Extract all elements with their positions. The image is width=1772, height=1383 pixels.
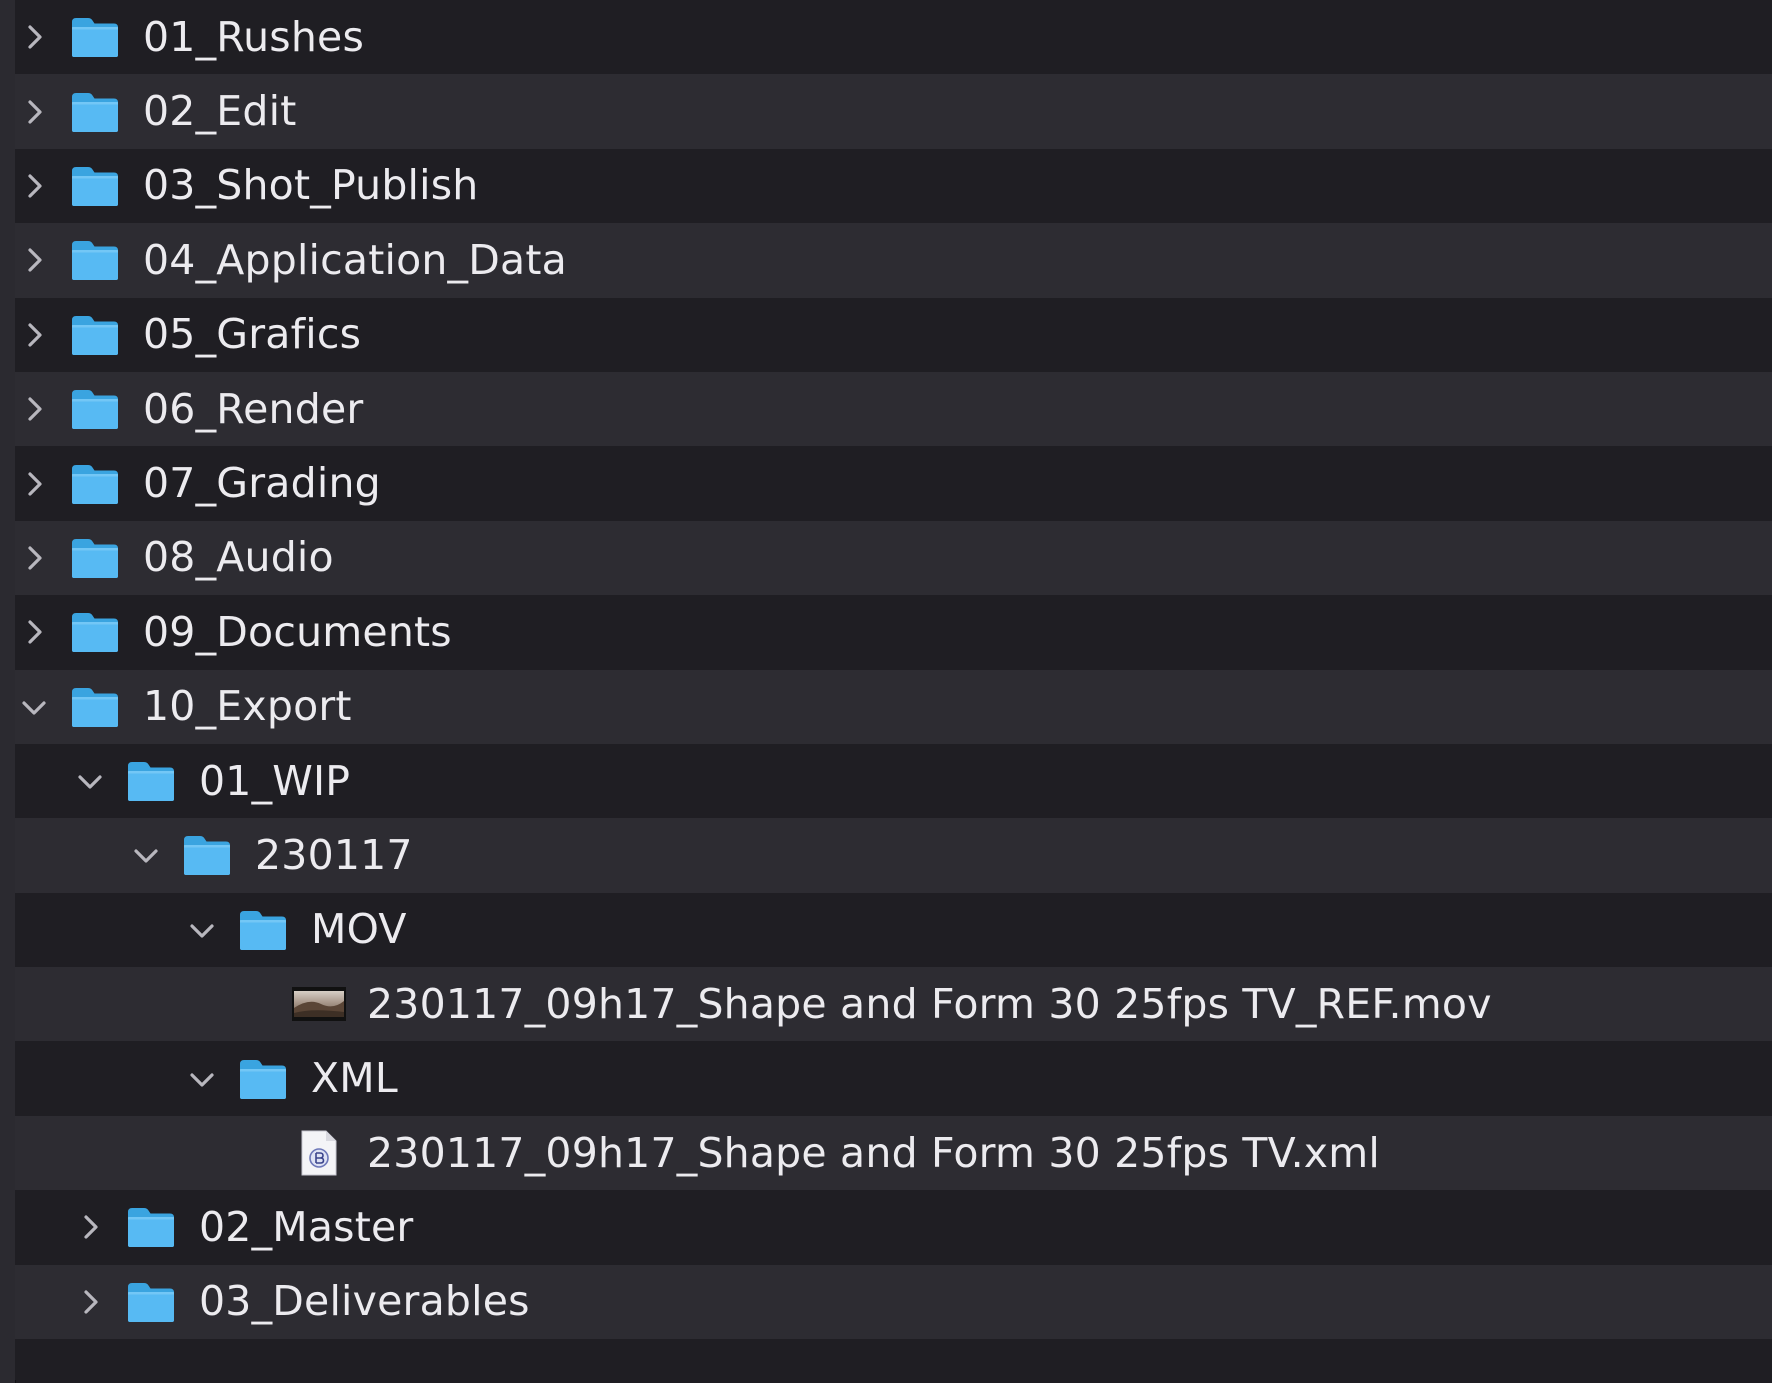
folder-icon	[235, 906, 291, 954]
chevron-right-icon[interactable]	[71, 1283, 109, 1321]
chevron-right-icon[interactable]	[15, 241, 53, 279]
tree-row[interactable]: MOV	[15, 892, 1772, 968]
item-label: XML	[311, 1054, 398, 1103]
item-label: 02_Edit	[143, 87, 297, 136]
folder-icon	[67, 162, 123, 210]
item-label: 03_Deliverables	[199, 1277, 530, 1326]
chevron-right-icon[interactable]	[15, 390, 53, 428]
tree-row[interactable]: 01_Rushes	[15, 0, 1772, 75]
item-label: 05_Grafics	[143, 310, 362, 359]
xml-file-icon	[291, 1129, 347, 1177]
tree-row[interactable]: 05_Grafics	[15, 297, 1772, 372]
folder-icon	[67, 460, 123, 508]
folder-icon	[67, 311, 123, 359]
tree-row[interactable]: 230117_09h17_Shape and Form 30 25fps TV_…	[15, 967, 1772, 1042]
tree-row[interactable]: 04_Application_Data	[15, 223, 1772, 298]
chevron-right-icon[interactable]	[15, 167, 53, 205]
chevron-down-icon[interactable]	[127, 836, 165, 874]
tree-row[interactable]: 02_Master	[15, 1190, 1772, 1265]
folder-icon	[67, 608, 123, 656]
tree-row[interactable]: 230117	[15, 818, 1772, 893]
empty-row	[15, 1339, 1772, 1381]
folder-icon	[67, 534, 123, 582]
chevron-down-icon[interactable]	[183, 1060, 221, 1098]
folder-icon	[67, 13, 123, 61]
item-label: 01_WIP	[199, 756, 351, 805]
item-label: 230117_09h17_Shape and Form 30 25fps TV_…	[367, 979, 1492, 1028]
chevron-right-icon[interactable]	[71, 1208, 109, 1246]
item-label: 230117_09h17_Shape and Form 30 25fps TV.…	[367, 1128, 1380, 1177]
tree-row[interactable]: 01_WIP	[15, 743, 1772, 819]
chevron-right-icon[interactable]	[15, 316, 53, 354]
tree-row[interactable]: 09_Documents	[15, 595, 1772, 670]
folder-icon	[67, 236, 123, 284]
item-label: 06_Render	[143, 384, 364, 433]
folder-icon	[67, 385, 123, 433]
folder-icon	[67, 683, 123, 731]
folder-icon	[123, 757, 179, 805]
item-label: MOV	[311, 905, 407, 954]
item-label: 01_Rushes	[143, 12, 365, 61]
item-label: 03_Shot_Publish	[143, 161, 479, 210]
tree-row[interactable]: 03_Deliverables	[15, 1264, 1772, 1340]
item-label: 230117	[255, 830, 413, 879]
item-label: 10_Export	[143, 682, 352, 731]
movie-file-icon	[291, 980, 347, 1028]
chevron-right-icon[interactable]	[15, 465, 53, 503]
folder-icon	[123, 1203, 179, 1251]
tree-row[interactable]: 230117_09h17_Shape and Form 30 25fps TV.…	[15, 1115, 1772, 1191]
folder-icon	[179, 831, 235, 879]
window-left-edge	[0, 0, 16, 1383]
chevron-down-icon[interactable]	[15, 688, 53, 726]
chevron-down-icon[interactable]	[71, 762, 109, 800]
tree-row[interactable]: XML	[15, 1041, 1772, 1116]
item-label: 07_Grading	[143, 459, 381, 508]
tree-row[interactable]: 02_Edit	[15, 74, 1772, 149]
item-label: 04_Application_Data	[143, 235, 567, 284]
chevron-down-icon[interactable]	[183, 911, 221, 949]
folder-icon	[123, 1278, 179, 1326]
folder-icon	[235, 1055, 291, 1103]
chevron-right-icon[interactable]	[15, 539, 53, 577]
file-tree: 01_Rushes 02_Edit 03_Shot_Publish 04_App…	[15, 0, 1772, 1383]
tree-row[interactable]: 06_Render	[15, 371, 1772, 447]
tree-row[interactable]: 03_Shot_Publish	[15, 148, 1772, 224]
item-label: 08_Audio	[143, 533, 334, 582]
item-label: 02_Master	[199, 1202, 414, 1251]
chevron-right-icon[interactable]	[15, 93, 53, 131]
tree-row[interactable]: 10_Export	[15, 669, 1772, 744]
tree-row[interactable]: 07_Grading	[15, 446, 1772, 521]
chevron-right-icon[interactable]	[15, 613, 53, 651]
folder-icon	[67, 88, 123, 136]
tree-row[interactable]: 08_Audio	[15, 520, 1772, 596]
item-label: 09_Documents	[143, 607, 452, 656]
chevron-right-icon[interactable]	[15, 18, 53, 56]
